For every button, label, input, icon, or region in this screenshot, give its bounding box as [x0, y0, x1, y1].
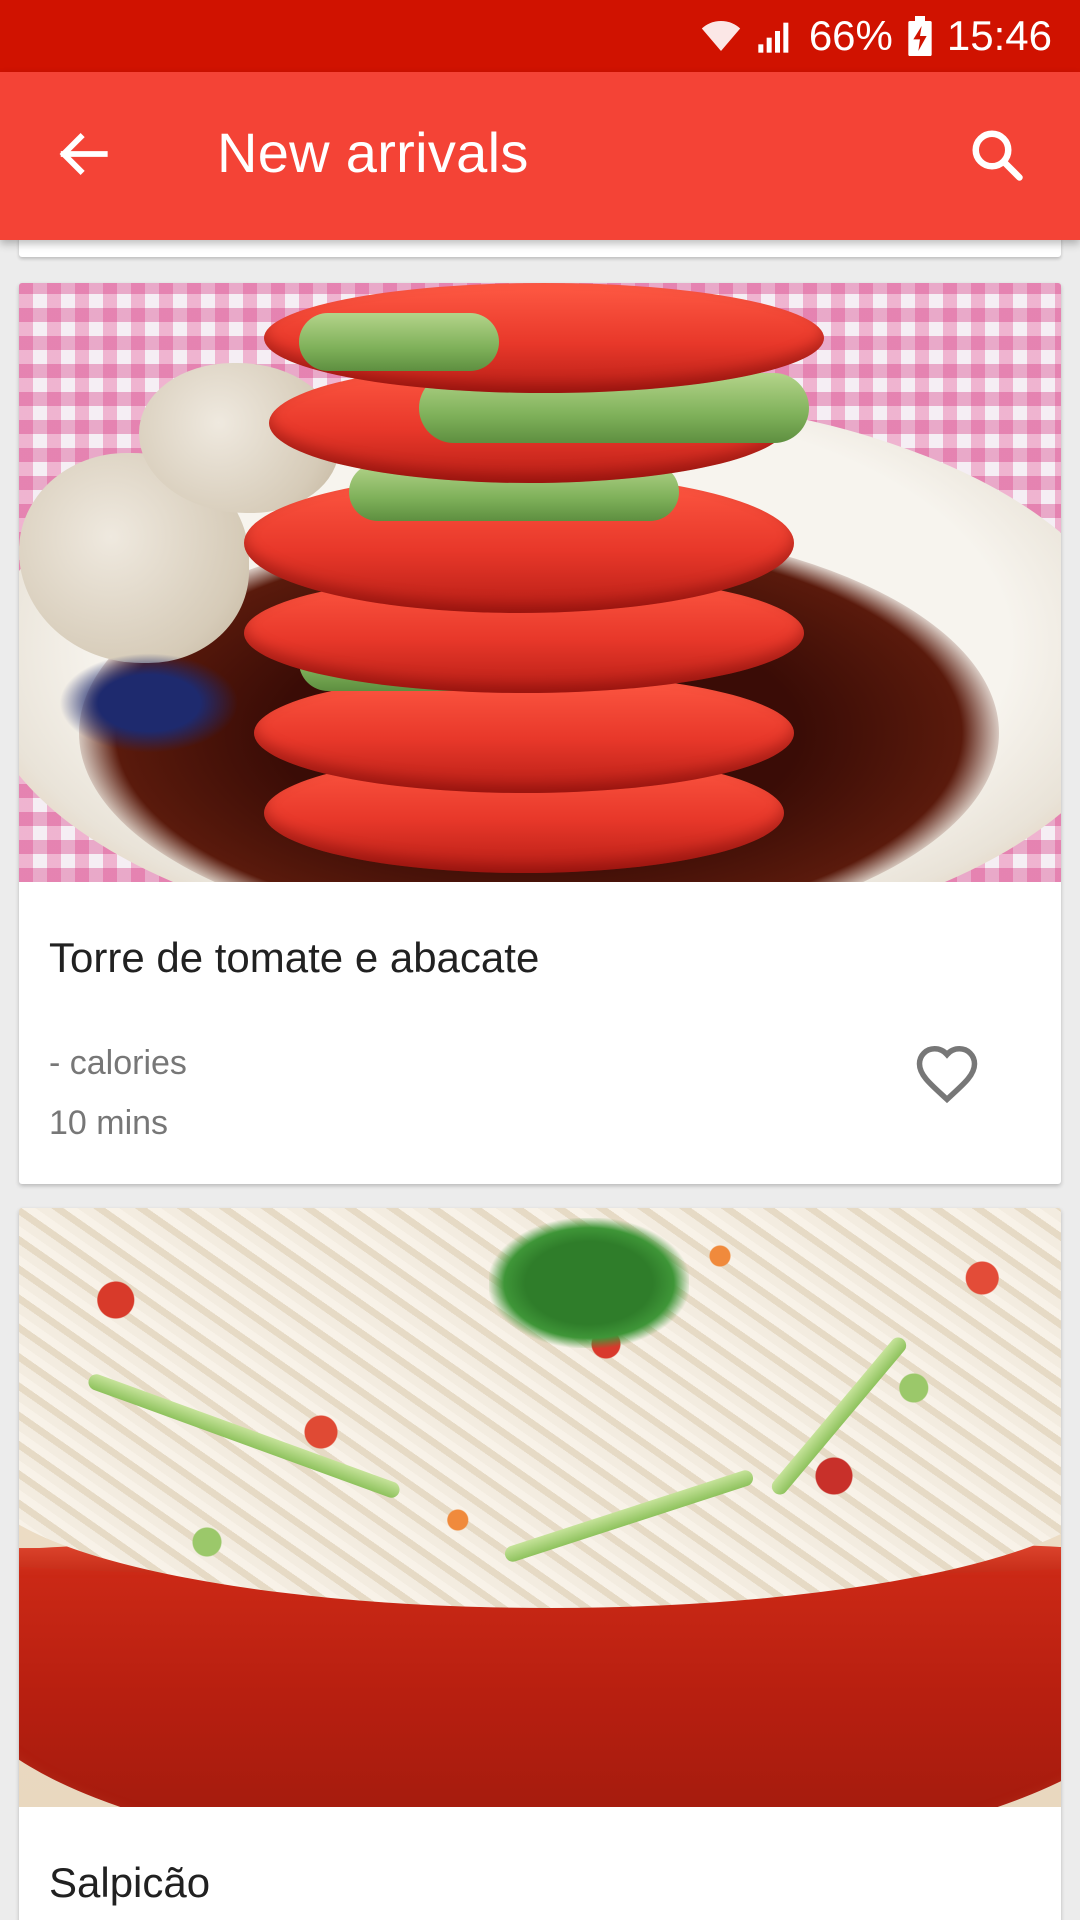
recipe-card[interactable]: Torre de tomate e abacate - calories 10 …: [19, 283, 1061, 1184]
recipe-title: Salpicão: [49, 1859, 211, 1906]
status-bar: 66% 15:46: [0, 0, 1080, 72]
recipe-calories: - calories: [49, 1044, 187, 1082]
battery-percent: 66%: [808, 12, 893, 59]
recipe-duration: 10 mins: [49, 1104, 169, 1142]
clock: 15:46: [946, 12, 1052, 59]
arrow-left-icon: [54, 125, 112, 188]
heart-outline-icon: [914, 1043, 980, 1114]
recipe-photo[interactable]: [19, 1208, 1061, 1807]
plate-flower-graphic: [59, 653, 239, 753]
avocado-slice: [299, 313, 499, 371]
recipe-title: Torre de tomate e abacate: [49, 934, 540, 981]
search-icon: [967, 125, 1027, 190]
recipe-card[interactable]: Salpicão: [19, 1208, 1061, 1920]
recipe-list[interactable]: Torre de tomate e abacate - calories 10 …: [0, 240, 1080, 1920]
recipe-card-previous[interactable]: [19, 240, 1061, 257]
battery-charging-icon: [907, 16, 933, 56]
wifi-icon: [701, 16, 741, 56]
search-button[interactable]: [952, 112, 1042, 202]
recipe-photo[interactable]: [19, 283, 1061, 882]
signal-icon: [755, 16, 795, 56]
favorite-button[interactable]: [911, 1042, 983, 1114]
page-title: New arrivals: [217, 121, 529, 184]
back-button[interactable]: [38, 116, 128, 196]
parsley-graphic: [489, 1218, 689, 1348]
app-bar: New arrivals: [0, 72, 1080, 240]
